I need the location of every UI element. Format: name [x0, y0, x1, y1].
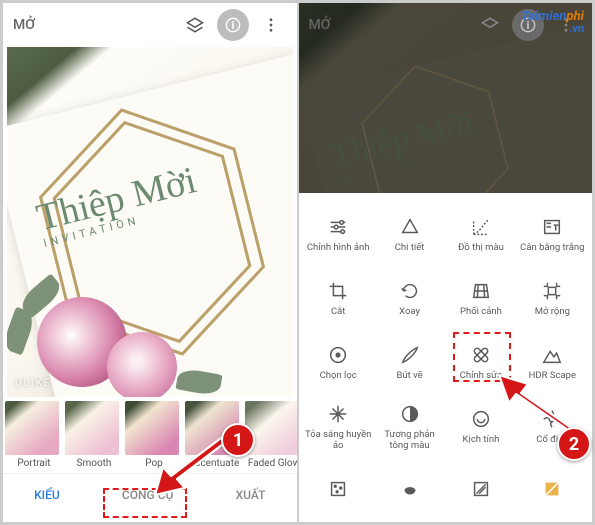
filter-portrait[interactable]: Portrait	[5, 401, 63, 473]
tool-retrolux[interactable]	[374, 459, 445, 522]
tab-tools[interactable]: CÔNG CỤ	[110, 482, 185, 508]
tool-tune[interactable]: Chỉnh hình ảnh	[303, 203, 374, 267]
tool-drama[interactable]: Kịch tính	[445, 395, 516, 459]
bottombar-left: KIỂU CÔNG CỤ XUẤT	[3, 473, 297, 515]
tool-perspective[interactable]: Phối cảnh	[445, 267, 516, 331]
tool-white-balance[interactable]: Cân bằng trắng	[517, 203, 588, 267]
tool-details[interactable]: Chi tiết	[374, 203, 445, 267]
filter-smooth[interactable]: Smooth	[65, 401, 123, 473]
tool-bw[interactable]	[517, 459, 588, 522]
tab-export[interactable]: XUẤT	[224, 482, 278, 508]
photo-preview[interactable]: Thiệp Mời INVITATION ULIKE	[7, 47, 293, 397]
layers-icon[interactable]	[474, 9, 506, 41]
layers-icon[interactable]	[179, 9, 211, 41]
tool-grainy-film[interactable]	[303, 459, 374, 522]
site-watermark: Taimienphi .vn	[521, 9, 584, 35]
tool-grunge[interactable]	[445, 459, 516, 522]
tool-brush[interactable]: Bút vẽ	[374, 331, 445, 395]
info-icon[interactable]	[217, 9, 249, 41]
badge-1: 1	[221, 423, 255, 457]
tool-tonal-contrast[interactable]: Tương phản tông màu	[374, 395, 445, 459]
topbar-left: MỞ	[3, 3, 297, 47]
tool-rotate[interactable]: Xoay	[374, 267, 445, 331]
filter-pop[interactable]: Pop	[125, 401, 183, 473]
tool-curves[interactable]: Đồ thị màu	[445, 203, 516, 267]
tool-expand[interactable]: Mở rộng	[517, 267, 588, 331]
screen-right: Thiệp Mời INVITATION MỞ Chỉnh hình ảnh C…	[299, 3, 593, 522]
tool-crop[interactable]: Cắt	[303, 267, 374, 331]
more-icon[interactable]	[255, 9, 287, 41]
open-button[interactable]: MỞ	[13, 17, 173, 33]
tool-selective[interactable]: Chọn lọc	[303, 331, 374, 395]
open-button-right[interactable]: MỞ	[309, 17, 469, 33]
tools-panel: Chỉnh hình ảnh Chi tiết Đồ thị màu Cân b…	[299, 193, 593, 522]
badge-2: 2	[557, 427, 591, 461]
tool-healing[interactable]: Chỉnh sửa	[445, 331, 516, 395]
ulike-watermark: ULIKE	[15, 378, 52, 389]
tab-styles[interactable]: KIỂU	[22, 482, 72, 508]
tool-glamour-glow[interactable]: Tỏa sáng huyền ảo	[303, 395, 374, 459]
tool-hdr-scape[interactable]: HDR Scape	[517, 331, 588, 395]
